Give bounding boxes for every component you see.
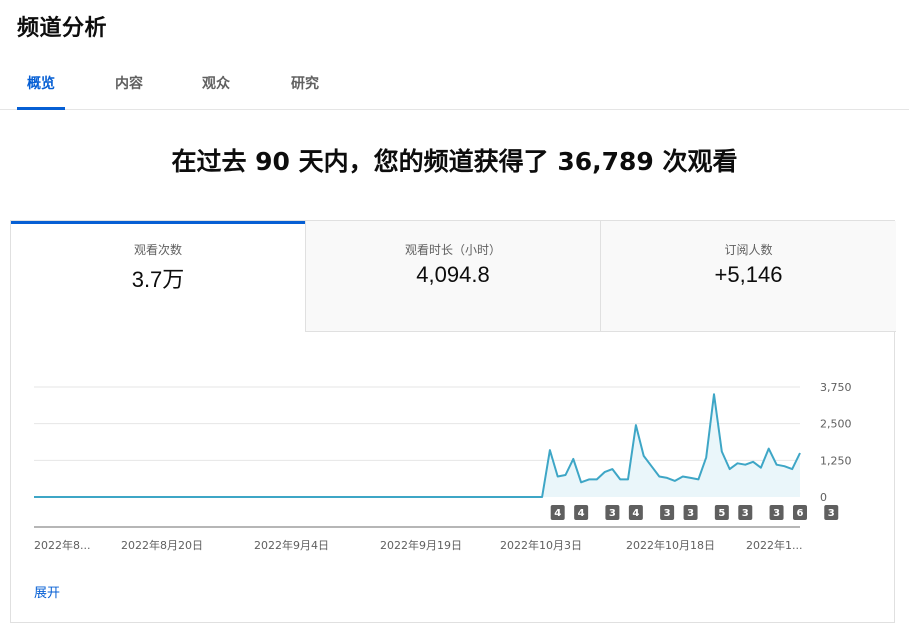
series-fill: [34, 394, 800, 497]
release-marker-count: 3: [828, 508, 835, 519]
x-tick-label: 2022年8月20日: [121, 538, 203, 552]
y-tick-label: 3,750: [820, 381, 852, 394]
x-tick-label: 2022年1...: [746, 538, 802, 552]
chart-x-ticks: 2022年8... 2022年8月20日 2022年9月4日 2022年9月19日 20…: [34, 538, 802, 552]
y-tick-label: 2,500: [820, 418, 852, 431]
release-marker-count: 3: [773, 508, 780, 519]
x-tick-label: 2022年9月4日: [254, 538, 329, 552]
x-tick-label: 2022年9月19日: [380, 538, 462, 552]
release-marker-count: 4: [578, 508, 585, 519]
release-marker-count: 3: [687, 508, 694, 519]
expand-link[interactable]: 展开: [34, 582, 60, 601]
release-marker-count: 3: [609, 508, 616, 519]
release-marker-count: 3: [664, 508, 671, 519]
release-marker-count: 3: [742, 508, 749, 519]
y-tick-label: 0: [820, 491, 827, 504]
views-chart[interactable]: 3,7502,5001,2500 2022年8... 2022年8月20日 2022…: [0, 0, 909, 637]
x-tick-label: 2022年8...: [34, 538, 90, 552]
release-marker-count: 4: [554, 508, 561, 519]
chart-gridlines: [34, 386, 800, 461]
release-marker-count: 4: [632, 508, 639, 519]
release-marker-count: 5: [718, 508, 725, 519]
chart-area: [34, 393, 801, 498]
y-tick-label: 1,250: [820, 454, 852, 467]
chart-markers: 4 4 3 4 3 3 5 3 3 6 3: [550, 505, 839, 520]
chart-y-ticks: 3,750 2,500 1,250 0: [820, 381, 852, 504]
release-marker-count: 6: [797, 508, 804, 519]
x-tick-label: 2022年10月3日: [500, 538, 582, 552]
x-tick-label: 2022年10月18日: [626, 538, 715, 552]
